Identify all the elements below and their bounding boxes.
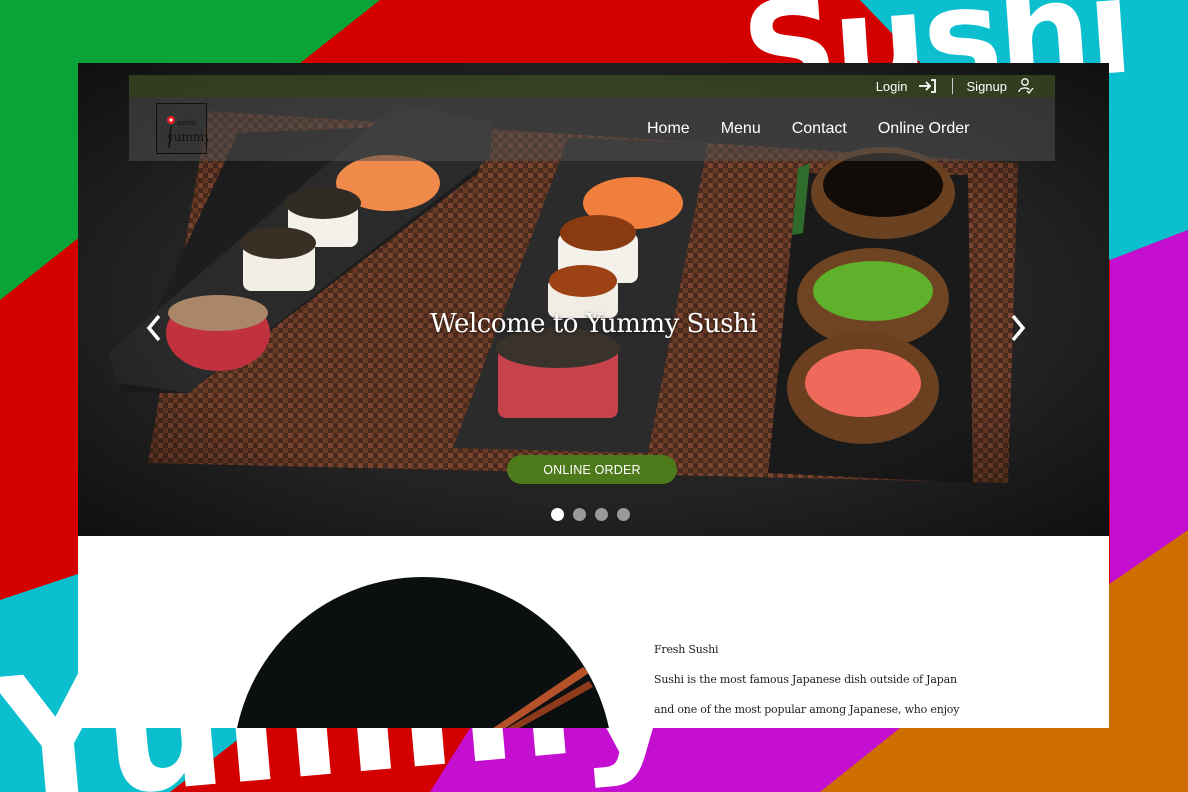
hero-headline: Welcome to Yummy Sushi	[429, 309, 758, 339]
login-link[interactable]: Login	[876, 79, 908, 94]
carousel-indicators	[551, 508, 639, 521]
nav-menu: Home Menu Contact Online Order	[647, 97, 1000, 161]
carousel-prev-chevron-left-icon[interactable]	[146, 313, 162, 348]
logo-small-text: sushi	[177, 119, 196, 127]
nav-home[interactable]: Home	[647, 120, 690, 138]
nav-menu-link[interactable]: Menu	[721, 120, 761, 138]
website-page: Login Signup sushi yummy Home Menu Conta…	[78, 63, 1109, 728]
nav-contact[interactable]: Contact	[792, 120, 847, 138]
signup-link[interactable]: Signup	[967, 79, 1007, 94]
account-links: Login Signup	[876, 75, 1035, 97]
intro-heading: Fresh Sushi	[654, 643, 719, 656]
yummy-sushi-logo[interactable]: sushi yummy	[156, 103, 208, 154]
nav-online-order[interactable]: Online Order	[878, 120, 970, 138]
intro-line-1: Sushi is the most famous Japanese dish o…	[654, 673, 957, 686]
carousel-dot-1[interactable]	[551, 508, 564, 521]
carousel-dot-4[interactable]	[617, 508, 630, 521]
top-utility-bar: Login Signup	[129, 75, 1055, 97]
online-order-button[interactable]: ONLINE ORDER	[507, 455, 677, 484]
carousel-dot-2[interactable]	[573, 508, 586, 521]
main-navbar: sushi yummy Home Menu Contact Online Ord…	[129, 97, 1055, 161]
intro-text-block: Fresh Sushi Sushi is the most famous Jap…	[654, 640, 974, 728]
carousel-next-chevron-right-icon[interactable]	[1010, 313, 1026, 348]
logo-large-text: yummy	[166, 130, 208, 144]
round-sushi-photo	[233, 577, 613, 728]
hero-carousel: Login Signup sushi yummy Home Menu Conta…	[78, 63, 1109, 536]
divider	[951, 78, 953, 94]
login-icon[interactable]	[918, 78, 938, 94]
intro-line-2: and one of the most popular among Japane…	[654, 703, 960, 716]
user-check-icon[interactable]	[1017, 77, 1035, 95]
carousel-dot-3[interactable]	[595, 508, 608, 521]
